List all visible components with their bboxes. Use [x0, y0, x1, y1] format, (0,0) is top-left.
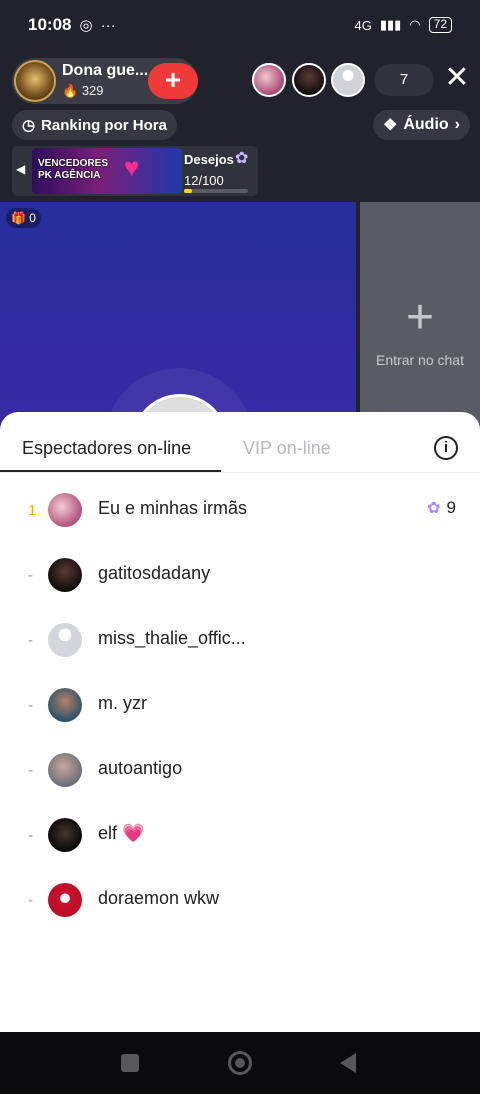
heart-icon: ♥	[124, 152, 140, 182]
viewer-name: elf 💗	[98, 823, 145, 843]
top-viewer-avatar[interactable]	[331, 63, 365, 97]
list-item[interactable]: - miss_thalie_offic...	[0, 608, 480, 672]
viewer-name: autoantigo	[98, 758, 183, 778]
avatar[interactable]	[48, 493, 82, 527]
viewer-rank: -	[28, 892, 33, 909]
signal-icon: ▮▮▮	[379, 17, 402, 32]
host-avatar[interactable]	[14, 60, 56, 102]
top-viewer-avatar[interactable]	[252, 63, 286, 97]
audio-button[interactable]: ❖ Áudio ›	[373, 110, 470, 140]
viewer-rank: -	[28, 697, 33, 714]
avatar[interactable]	[48, 558, 82, 592]
audio-label: Áudio	[403, 116, 449, 133]
pk-agency-banner[interactable]: VENCEDORES PK AGÊNCIA ♥	[32, 148, 182, 194]
tab-divider	[0, 472, 480, 473]
banner-text: VENCEDORES PK AGÊNCIA	[38, 158, 108, 182]
clock-icon: ◷	[22, 117, 36, 134]
wishes-progress-text: 12/100	[184, 173, 224, 188]
host-likes: 🔥 329	[62, 83, 104, 99]
list-item[interactable]: 1 Eu e minhas irmãs ✿ 9	[0, 478, 480, 542]
list-item[interactable]: - m. yzr	[0, 673, 480, 737]
tab-vip-online[interactable]: VIP on-line	[243, 438, 331, 459]
viewer-rank: -	[28, 632, 33, 649]
bunny-gift-icon: ✿	[235, 150, 249, 167]
gift-count-badge: 🎁 0	[6, 208, 41, 228]
list-item[interactable]: - gatitosdadany	[0, 543, 480, 607]
avatar[interactable]	[48, 688, 82, 722]
status-time: 10:08	[28, 15, 72, 34]
enter-chat-label[interactable]: Entrar no chat	[360, 352, 480, 368]
flame-icon: 🔥	[62, 83, 79, 98]
avatar[interactable]	[48, 753, 82, 787]
wishes-progress-fill	[184, 189, 192, 193]
banner-text-line2: PK AGÊNCIA	[38, 170, 101, 181]
info-icon[interactable]: i	[434, 436, 458, 460]
battery-indicator: 72	[428, 17, 452, 33]
gift-badge: ✿ 9	[427, 498, 456, 518]
chevron-left-icon[interactable]: ◀	[16, 162, 25, 176]
plus-icon[interactable]: +	[360, 290, 480, 345]
avatar[interactable]	[48, 623, 82, 657]
wishes-label[interactable]: Desejos	[184, 152, 234, 167]
wishes-progress-bar	[184, 189, 248, 193]
viewer-rank: -	[28, 762, 33, 779]
tab-online-viewers[interactable]: Espectadores on-line	[22, 438, 191, 459]
list-item[interactable]: - doraemon wkw	[0, 868, 480, 932]
more-dots-icon: ···	[100, 16, 116, 34]
back-icon[interactable]	[340, 1053, 356, 1073]
host-likes-count: 329	[81, 83, 104, 98]
viewer-rank: 1	[28, 502, 37, 519]
apps-grid-icon: ❖	[383, 117, 398, 134]
viewer-rank: -	[28, 567, 33, 584]
status-bar: 10:08 ◎ ··· 4G ▮▮▮ ◠ 72	[0, 0, 480, 50]
ranking-button[interactable]: ◷ Ranking por Hora	[12, 110, 177, 140]
gift-badge-count: 9	[446, 498, 456, 517]
gift-icon: 🎁	[11, 211, 26, 225]
gift-count: 0	[29, 211, 36, 225]
ranking-label: Ranking por Hora	[41, 116, 167, 134]
viewer-name: m. yzr	[98, 693, 147, 713]
chevron-right-icon: ›	[454, 116, 460, 133]
list-item[interactable]: - autoantigo	[0, 738, 480, 802]
recents-icon[interactable]	[121, 1054, 139, 1072]
avatar[interactable]	[48, 883, 82, 917]
viewer-count[interactable]: 7	[374, 64, 434, 96]
home-icon[interactable]	[228, 1051, 252, 1075]
wifi-icon: ◠	[409, 17, 421, 32]
online-viewers-sheet: Espectadores on-line VIP on-line i 1 Eu …	[0, 412, 480, 1032]
whatsapp-icon: ◎	[79, 17, 93, 34]
list-item[interactable]: - elf 💗	[0, 803, 480, 867]
system-nav-bar	[0, 1032, 480, 1094]
close-icon[interactable]: ✕	[442, 60, 472, 96]
viewer-name: doraemon wkw	[98, 888, 220, 908]
viewer-name: gatitosdadany	[98, 563, 211, 583]
viewer-name: Eu e minhas irmãs	[98, 498, 248, 518]
viewer-rank: -	[28, 827, 33, 844]
top-viewer-avatar[interactable]	[292, 63, 326, 97]
follow-add-button[interactable]: +	[148, 63, 198, 99]
bunny-gift-icon: ✿	[427, 500, 441, 517]
network-label: 4G	[354, 17, 372, 33]
avatar[interactable]	[48, 818, 82, 852]
viewer-name: miss_thalie_offic...	[98, 628, 246, 648]
banner-text-line1: VENCEDORES	[38, 158, 109, 169]
host-name: Dona gue...	[62, 62, 149, 79]
